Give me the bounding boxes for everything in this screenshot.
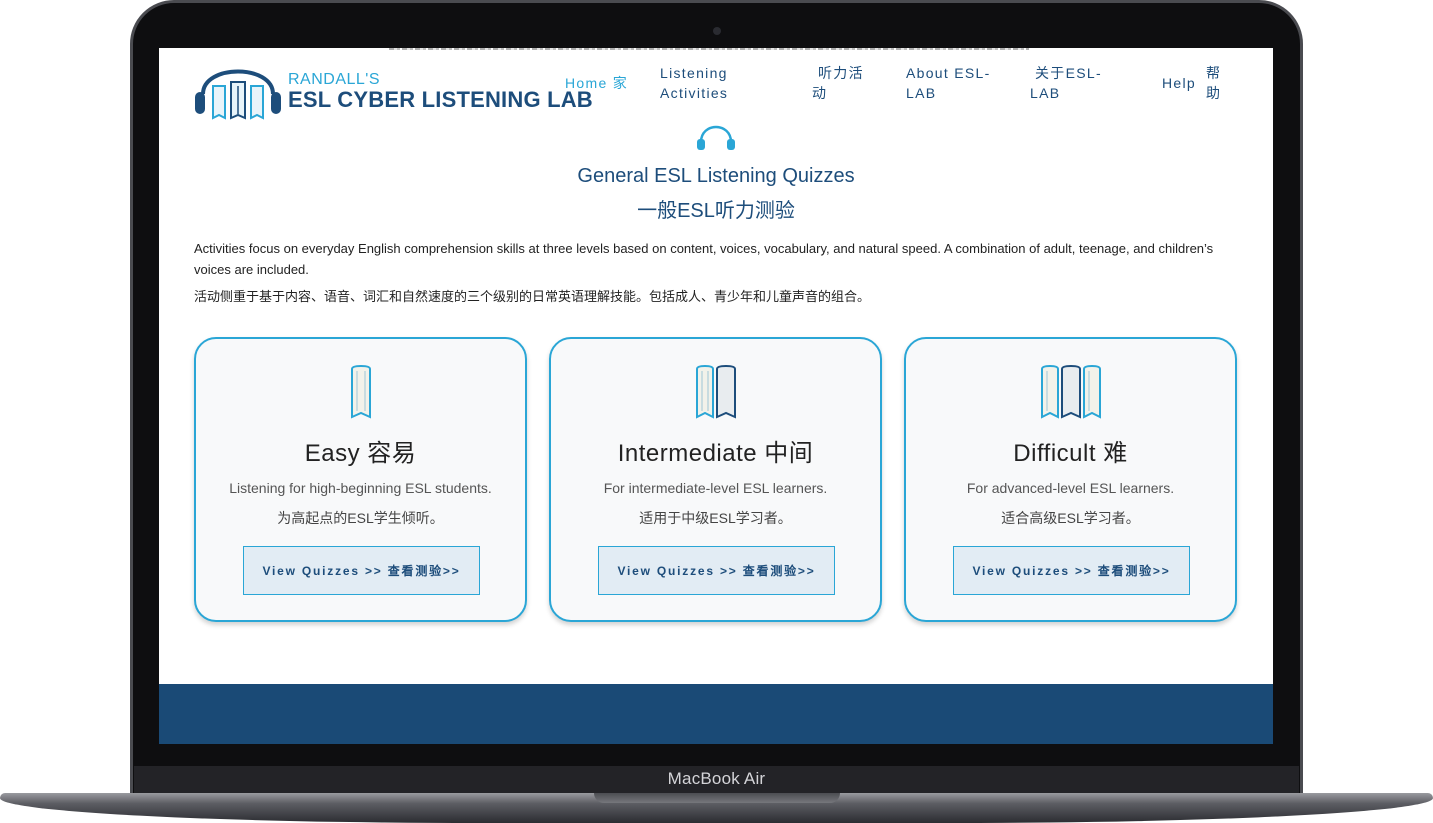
- level-card-difficult: Difficult 难 For advanced-level ESL learn…: [904, 337, 1237, 622]
- page-title: General ESL Listening Quizzes: [577, 165, 855, 187]
- nav-about-zh[interactable]: 关于ESL- LAB: [1030, 63, 1102, 103]
- nav-about-zh-line2: LAB: [1030, 85, 1061, 101]
- nav-help-zh[interactable]: 帮 助: [1206, 63, 1221, 103]
- nav-help-zh-line1: 帮: [1206, 65, 1222, 81]
- two-books-icon: [695, 364, 736, 419]
- card-title-intermediate: Intermediate 中间: [617, 440, 814, 467]
- nav-listening-activities-zh-line2: 动: [812, 85, 828, 101]
- nav-listening-activities-line1: Listening: [660, 65, 728, 81]
- level-card-easy: Easy 容易 Listening for high-beginning ESL…: [194, 337, 527, 622]
- nav-listening-activities-zh[interactable]: 听力活 动: [812, 63, 864, 103]
- intro-text-zh: 活动侧重于基于内容、语音、词汇和自然速度的三个级别的日常英语理解技能。包括成人、…: [194, 289, 871, 304]
- card-subtitle-difficult: For advanced-level ESL learners.: [966, 480, 1175, 496]
- level-card-intermediate: Intermediate 中间 For intermediate-level E…: [549, 337, 882, 622]
- site-footer: [159, 684, 1273, 744]
- card-title-easy: Easy 容易: [304, 440, 417, 467]
- card-subtitle-intermediate: For intermediate-level ESL learners.: [603, 480, 828, 496]
- single-book-icon: [350, 364, 371, 419]
- laptop-notch: [594, 793, 840, 803]
- nav-about-line2: LAB: [906, 85, 937, 101]
- browser-screen: RANDALL'S ESL CYBER LISTENING LAB Home 家…: [159, 48, 1273, 744]
- nav-help[interactable]: Help: [1162, 73, 1196, 93]
- view-quizzes-difficult-button[interactable]: View Quizzes >> 查看测验>>: [953, 546, 1190, 595]
- headphones-icon: [697, 125, 735, 150]
- view-quizzes-easy-button[interactable]: View Quizzes >> 查看测验>>: [243, 546, 480, 595]
- card-subtitle-intermediate-zh: 适用于中级ESL学习者。: [639, 510, 792, 526]
- card-subtitle-easy-zh: 为高起点的ESL学生倾听。: [277, 510, 444, 526]
- nav-about-line1: About ESL-: [906, 65, 991, 81]
- card-subtitle-difficult-zh: 适合高级ESL学习者。: [1001, 510, 1140, 526]
- view-quizzes-intermediate-button[interactable]: View Quizzes >> 查看测验>>: [598, 546, 835, 595]
- nav-about[interactable]: About ESL- LAB: [906, 63, 991, 103]
- nav-help-zh-line2: 助: [1206, 85, 1222, 101]
- page-title-zh: 一般ESL听力测验: [637, 200, 795, 222]
- camera-icon: [713, 27, 721, 35]
- card-title-difficult: Difficult 难: [1013, 440, 1128, 467]
- nav-home[interactable]: Home 家: [565, 73, 628, 93]
- nav-listening-activities[interactable]: Listening Activities: [660, 63, 728, 103]
- device-label: MacBook Air: [667, 769, 766, 788]
- intro-text: Activities focus on everyday English com…: [194, 241, 1214, 277]
- three-books-icon: [1040, 364, 1101, 419]
- laptop-chin: MacBook Air: [134, 766, 1299, 794]
- nav-about-zh-line1: 关于ESL-: [1035, 65, 1102, 81]
- card-subtitle-easy: Listening for high-beginning ESL student…: [229, 480, 492, 496]
- main-nav: Home 家 Listening Activities 听力活 动 About …: [159, 48, 1273, 118]
- nav-listening-activities-zh-line1: 听力活: [818, 65, 864, 81]
- nav-listening-activities-line2: Activities: [660, 85, 729, 101]
